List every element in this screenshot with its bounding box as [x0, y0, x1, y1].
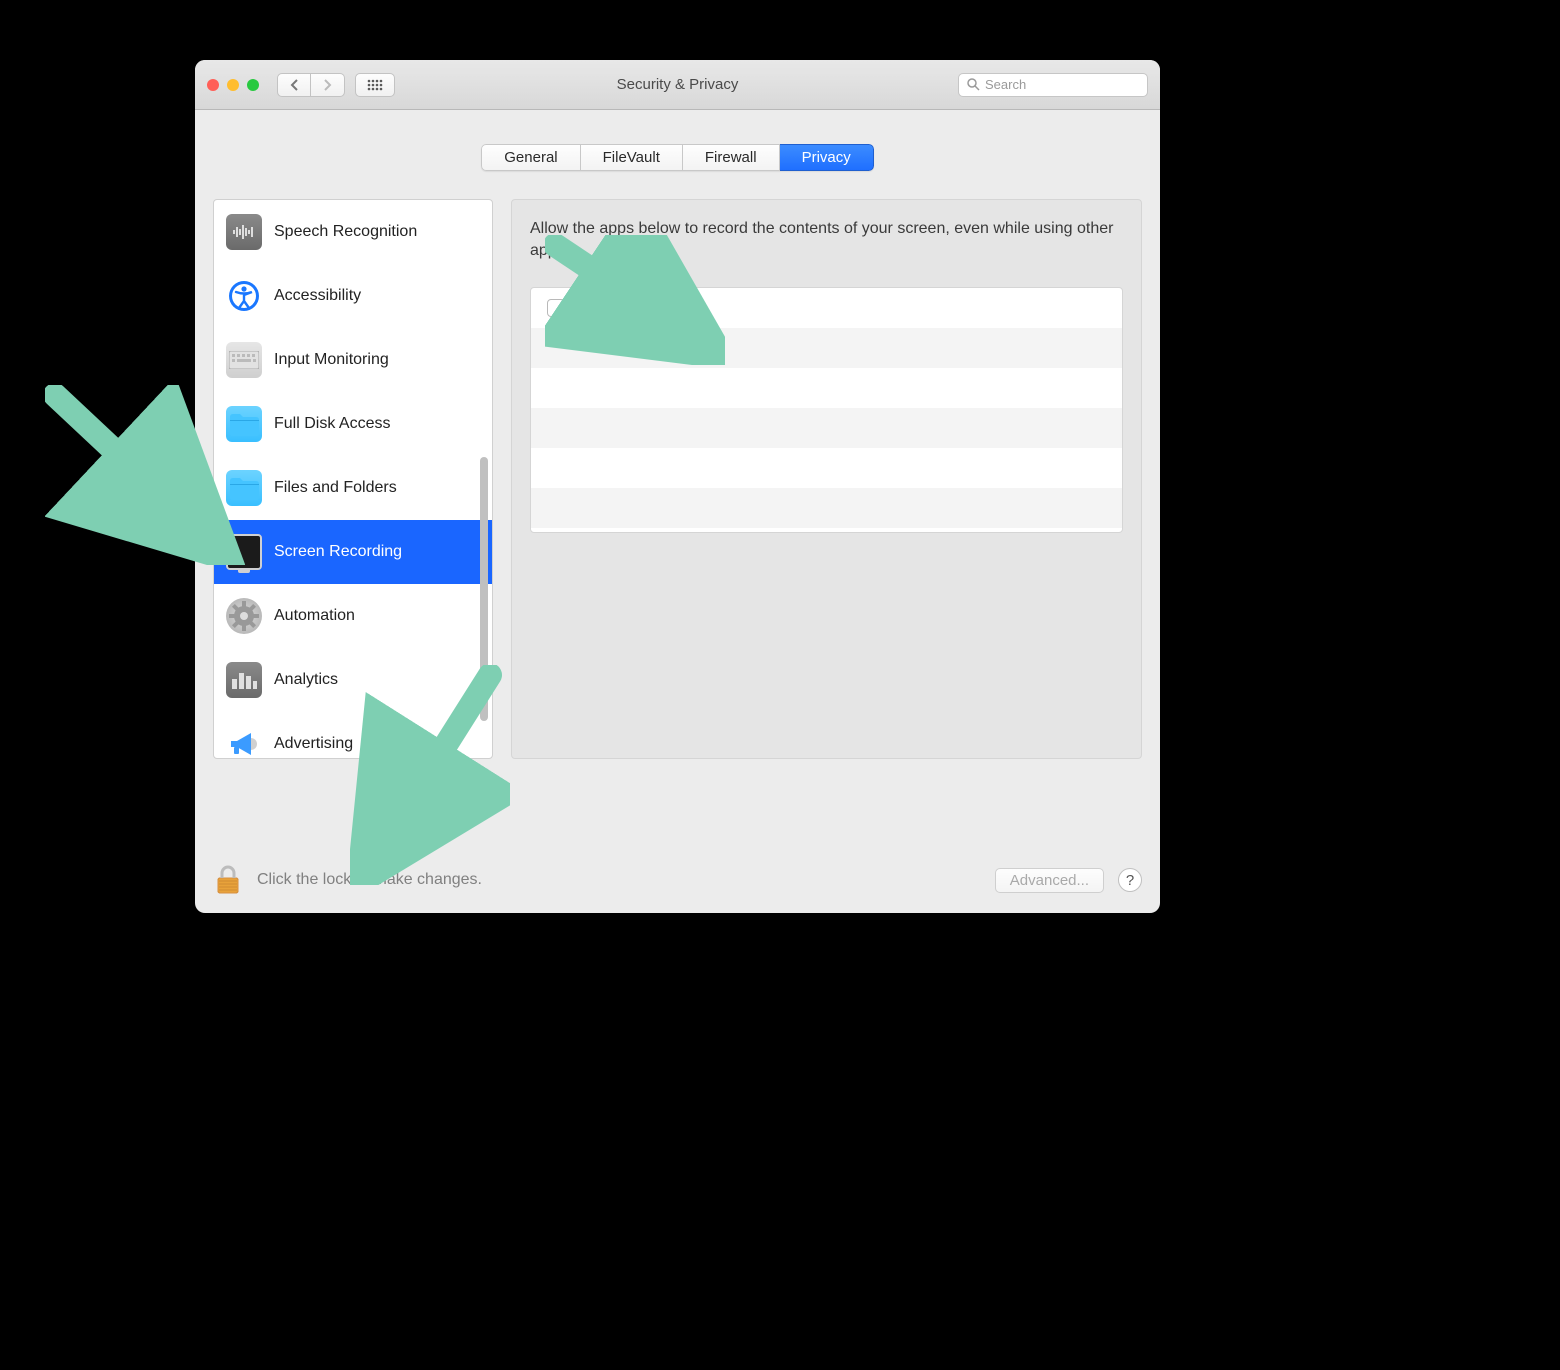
- folder-icon: [226, 406, 262, 442]
- sidebar-item-automation[interactable]: Automation: [214, 584, 492, 648]
- window-title: Security & Privacy: [617, 76, 739, 93]
- privacy-sidebar: Speech Recognition Accessibility Input M…: [213, 199, 493, 759]
- close-window-button[interactable]: [207, 79, 219, 91]
- lock-icon[interactable]: [213, 865, 243, 895]
- bar-chart-icon: [226, 662, 262, 698]
- minimize-window-button[interactable]: [227, 79, 239, 91]
- app-row-empty: [531, 488, 1122, 528]
- sidebar-item-advertising[interactable]: Advertising: [214, 712, 492, 758]
- search-input[interactable]: Search: [958, 73, 1148, 97]
- app-name: Vanilla: [617, 299, 664, 317]
- grid-icon: [367, 79, 383, 91]
- back-button[interactable]: [277, 73, 311, 97]
- chevron-left-icon: [290, 79, 299, 91]
- search-icon: [967, 78, 980, 91]
- gear-icon: [226, 598, 262, 634]
- forward-button[interactable]: [311, 73, 345, 97]
- sidebar-item-accessibility[interactable]: Accessibility: [214, 264, 492, 328]
- tab-general[interactable]: General: [481, 144, 580, 171]
- scrollbar-thumb[interactable]: [480, 457, 488, 721]
- tab-privacy[interactable]: Privacy: [780, 144, 874, 171]
- sidebar-item-screen-recording[interactable]: Screen Recording: [214, 520, 492, 584]
- content-pane: Allow the apps below to record the conte…: [511, 199, 1142, 759]
- help-label: ?: [1126, 872, 1134, 889]
- help-button[interactable]: ?: [1118, 868, 1142, 892]
- sidebar-item-files-and-folders[interactable]: Files and Folders: [214, 456, 492, 520]
- sidebar-item-label: Input Monitoring: [274, 351, 389, 369]
- app-row-empty: [531, 408, 1122, 448]
- window-controls: [207, 79, 259, 91]
- search-placeholder: Search: [985, 77, 1026, 92]
- accessibility-icon: [226, 278, 262, 314]
- app-row-empty: [531, 448, 1122, 488]
- main-body: Speech Recognition Accessibility Input M…: [195, 171, 1160, 849]
- sidebar-scrollbar[interactable]: [478, 204, 490, 754]
- zoom-window-button[interactable]: [247, 79, 259, 91]
- sidebar-item-label: Advertising: [274, 735, 353, 753]
- footer: Click the lock to make changes. Advanced…: [195, 849, 1160, 913]
- tab-filevault[interactable]: FileVault: [581, 144, 683, 171]
- show-all-button[interactable]: [355, 73, 395, 97]
- sidebar-item-analytics[interactable]: Analytics: [214, 648, 492, 712]
- sidebar-item-full-disk-access[interactable]: Full Disk Access: [214, 392, 492, 456]
- megaphone-icon: [226, 726, 262, 758]
- waveform-icon: [226, 214, 262, 250]
- advanced-button[interactable]: Advanced...: [995, 868, 1104, 893]
- lock-text: Click the lock to make changes.: [257, 871, 482, 889]
- sidebar-item-label: Screen Recording: [274, 543, 402, 561]
- sidebar-item-label: Files and Folders: [274, 479, 397, 497]
- tab-bar: General FileVault Firewall Privacy: [195, 144, 1160, 171]
- sidebar-item-speech-recognition[interactable]: Speech Recognition: [214, 200, 492, 264]
- sidebar-item-label: Analytics: [274, 671, 338, 689]
- display-icon: [226, 534, 262, 570]
- keyboard-icon: [226, 342, 262, 378]
- app-checkbox[interactable]: [547, 299, 565, 317]
- sidebar-item-label: Accessibility: [274, 287, 361, 305]
- sidebar-item-label: Full Disk Access: [274, 415, 390, 433]
- tab-firewall[interactable]: Firewall: [683, 144, 780, 171]
- preferences-window: Security & Privacy Search General FileVa…: [195, 60, 1160, 913]
- nav-buttons: [277, 73, 345, 97]
- app-row-empty: [531, 368, 1122, 408]
- sidebar-item-label: Speech Recognition: [274, 223, 417, 241]
- titlebar: Security & Privacy Search: [195, 60, 1160, 110]
- app-list: Vanilla: [530, 287, 1123, 533]
- permission-description: Allow the apps below to record the conte…: [530, 218, 1123, 263]
- sidebar-item-input-monitoring[interactable]: Input Monitoring: [214, 328, 492, 392]
- app-row-empty: [531, 328, 1122, 368]
- chevron-right-icon: [323, 79, 332, 91]
- sidebar-item-label: Automation: [274, 607, 355, 625]
- app-icon: [577, 294, 605, 322]
- app-row[interactable]: Vanilla: [531, 288, 1122, 328]
- folder-icon: [226, 470, 262, 506]
